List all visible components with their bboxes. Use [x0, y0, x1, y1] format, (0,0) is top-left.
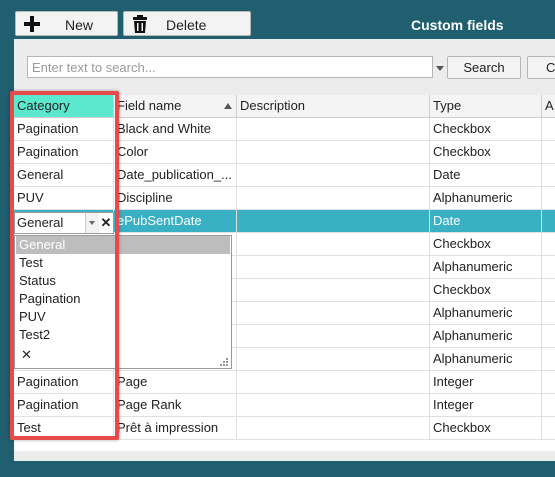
cell-field-name: Page: [114, 371, 237, 393]
delete-button-label: Delete: [166, 17, 207, 33]
table-row[interactable]: Pagination Black and White Checkbox: [14, 118, 555, 141]
cell-category: Pagination: [14, 141, 114, 163]
search-button[interactable]: Search: [447, 56, 521, 79]
resize-grip-icon[interactable]: [219, 357, 229, 367]
cell-category: Test: [14, 417, 114, 439]
cell-description: [237, 233, 430, 255]
table-row[interactable]: Pagination Color Checkbox: [14, 141, 555, 164]
cell-type: Date: [430, 210, 542, 232]
cell-description: [237, 118, 430, 140]
cell-category: Pagination: [14, 371, 114, 393]
cell-description: [237, 141, 430, 163]
column-header-category[interactable]: Category: [14, 95, 114, 117]
category-dropdown-list: General Test Status Pagination PUV Test2…: [14, 235, 232, 369]
category-combo-editor[interactable]: General ✕: [14, 212, 114, 234]
cell-type: Integer: [430, 371, 542, 393]
cell-category: PUV: [14, 187, 114, 209]
table-row[interactable]: Pagination Page Rank Integer: [14, 394, 555, 417]
cell-type: Alphanumeric: [430, 348, 542, 370]
cell-category: General: [14, 164, 114, 186]
cell-description: [237, 371, 430, 393]
table-row[interactable]: Test Prêt à impression Checkbox: [14, 417, 555, 440]
column-header-more[interactable]: A: [542, 95, 555, 117]
cell-type: Checkbox: [430, 279, 542, 301]
table-row[interactable]: Pagination Page Integer: [14, 371, 555, 394]
cell-type: Checkbox: [430, 233, 542, 255]
delete-button[interactable]: Delete: [123, 11, 251, 36]
dropdown-option[interactable]: Test: [16, 254, 230, 272]
cell-field-name: ePubSentDate: [114, 210, 237, 232]
cell-type: Checkbox: [430, 417, 542, 439]
dropdown-option[interactable]: Pagination: [16, 290, 230, 308]
search-history-dropdown-icon[interactable]: [436, 66, 444, 71]
cell-description: [237, 302, 430, 324]
clear-selection-icon[interactable]: ✕: [21, 347, 32, 363]
cell-description: [237, 394, 430, 416]
cell-description: [237, 417, 430, 439]
category-combo-value: General: [17, 215, 64, 230]
cell-field-name: Page Rank: [114, 394, 237, 416]
grid-header: Category Field name Description Type A: [14, 95, 555, 118]
dropdown-arrow-icon[interactable]: [85, 213, 99, 233]
table-row[interactable]: PUV Discipline Alphanumeric: [14, 187, 555, 210]
clear-icon[interactable]: ✕: [99, 213, 113, 233]
cell-type: Integer: [430, 394, 542, 416]
cell-description: [237, 187, 430, 209]
dropdown-option[interactable]: General: [16, 236, 230, 254]
cell-type: Checkbox: [430, 118, 542, 140]
column-header-field-name[interactable]: Field name: [114, 95, 237, 117]
clear-button[interactable]: Cle: [527, 56, 555, 79]
cell-type: Alphanumeric: [430, 187, 542, 209]
cell-field-name: Date_publication_...: [114, 164, 237, 186]
sort-ascending-icon: [224, 103, 232, 109]
cell-field-name: Discipline: [114, 187, 237, 209]
trash-icon: [133, 15, 147, 33]
table-row[interactable]: General Date_publication_... Date: [14, 164, 555, 187]
dropdown-option[interactable]: Status: [16, 272, 230, 290]
cell-category: Pagination: [14, 394, 114, 416]
cell-field-name: Prêt à impression: [114, 417, 237, 439]
cell-type: Alphanumeric: [430, 256, 542, 278]
cell-field-name: Color: [114, 141, 237, 163]
page-title: Custom fields: [411, 17, 504, 33]
column-header-description[interactable]: Description: [237, 95, 430, 117]
cell-type: Alphanumeric: [430, 325, 542, 347]
dropdown-option[interactable]: PUV: [16, 308, 230, 326]
search-input[interactable]: [27, 56, 433, 78]
toolbar: New Delete Custom fields: [1, 1, 552, 38]
cell-type: Alphanumeric: [430, 302, 542, 324]
cell-category: Pagination: [14, 118, 114, 140]
cell-description: [237, 325, 430, 347]
column-header-type[interactable]: Type: [430, 95, 542, 117]
cell-description: [237, 348, 430, 370]
cell-description: [237, 164, 430, 186]
new-button-label: New: [65, 17, 94, 33]
cell-type: Date: [430, 164, 542, 186]
cell-description: [237, 279, 430, 301]
cell-description: [237, 210, 430, 232]
cell-type: Checkbox: [430, 141, 542, 163]
cell-field-name: Black and White: [114, 118, 237, 140]
plus-icon: [24, 16, 40, 32]
new-button[interactable]: New: [15, 11, 118, 36]
dropdown-option[interactable]: Test2: [16, 326, 230, 344]
cell-description: [237, 256, 430, 278]
